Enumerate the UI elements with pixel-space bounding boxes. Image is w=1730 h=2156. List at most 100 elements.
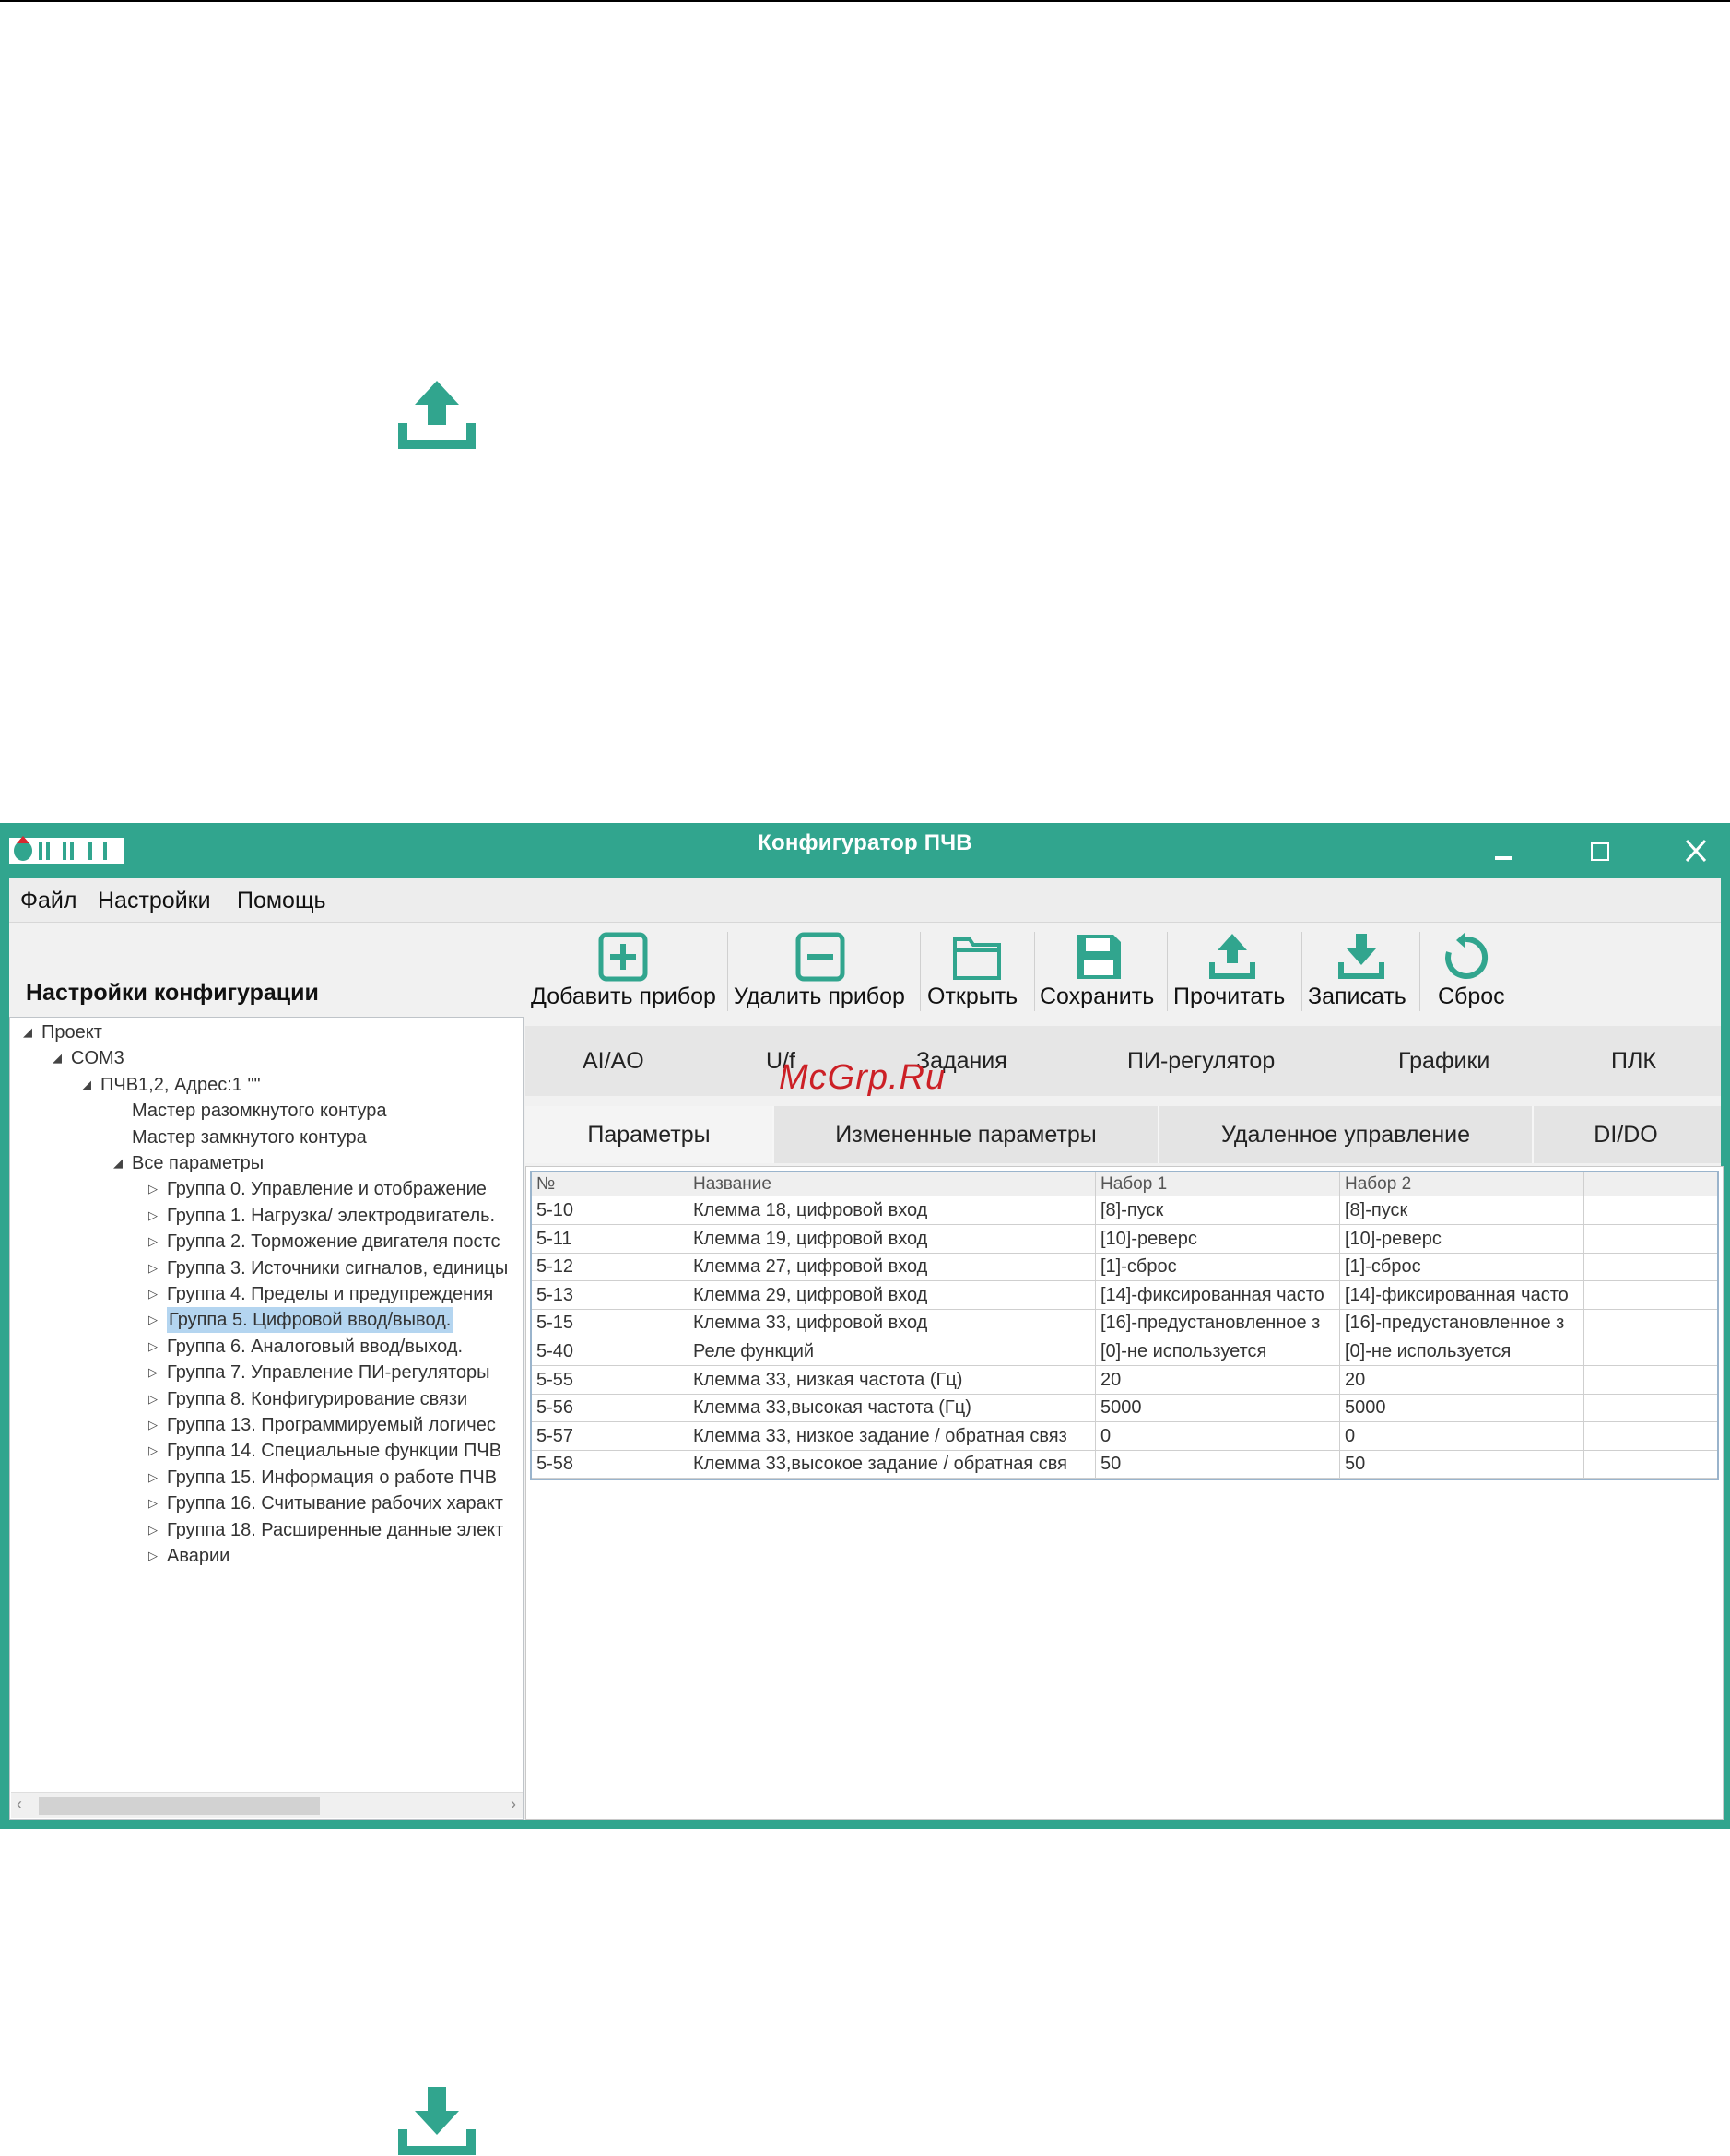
table-cell[interactable]: 5000 [1096,1394,1340,1422]
open-button[interactable]: Открыть [927,923,1029,1024]
table-row[interactable]: 5-56 Клемма 33,высокая частота (Гц) 5000 50… [532,1394,1717,1423]
tree-item[interactable]: ▷ Группа 5. Цифровой ввод/вывод. [10,1307,523,1334]
close-icon[interactable] [1668,832,1724,869]
tree-item[interactable]: ▷ Группа 4. Пределы и предупреждения [10,1281,523,1307]
collapsed-arrow-icon[interactable]: ▷ [148,1412,158,1438]
collapsed-arrow-icon[interactable]: ▷ [148,1386,158,1412]
table-cell[interactable]: 5-56 [532,1394,688,1422]
table-cell[interactable]: [16]-предустановленное з [1340,1309,1584,1337]
read-button[interactable]: Прочитать [1173,923,1297,1024]
table-cell-empty[interactable] [1584,1450,1717,1478]
tab-parameters[interactable]: Параметры [525,1106,772,1163]
tree-item[interactable]: ▷ Группа 8. Конфигурирование связи [10,1386,523,1412]
table-cell[interactable]: [0]-не используется [1340,1337,1584,1365]
expanded-arrow-icon[interactable]: ◢ [53,1045,62,1071]
table-cell[interactable]: [0]-не используется [1096,1337,1340,1365]
table-cell[interactable]: 0 [1096,1421,1340,1450]
table-cell[interactable]: [8]-пуск [1096,1196,1340,1224]
menu-file[interactable]: Файл [20,888,76,914]
tree-item[interactable]: Мастер замкнутого контура [10,1125,523,1150]
table-row[interactable]: 5-12 Клемма 27, цифровой вход [1]-сброс [1]… [532,1253,1717,1282]
table-cell[interactable]: Клемма 27, цифровой вход [688,1253,1096,1281]
collapsed-arrow-icon[interactable]: ▷ [148,1281,158,1307]
tab-charts[interactable]: Графики [1398,1048,1489,1075]
table-cell[interactable]: [14]-фиксированная часто [1096,1280,1340,1309]
tree-item[interactable]: ▷ Аварии [10,1543,523,1569]
menu-help[interactable]: Помощь [237,888,326,914]
table-cell-empty[interactable] [1584,1253,1717,1280]
tree-item[interactable]: ▷ Группа 16. Считывание рабочих характ [10,1490,523,1516]
table-cell[interactable]: 0 [1340,1421,1584,1450]
table-cell[interactable]: Клемма 33, цифровой вход [688,1309,1096,1337]
table-row[interactable]: 5-57 Клемма 33, низкое задание / обратная… [532,1421,1717,1451]
tree-item[interactable]: ▷ Группа 1. Нагрузка/ электродвигатель. [10,1203,523,1229]
maximize-icon[interactable] [1571,832,1627,869]
table-cell-empty[interactable] [1584,1281,1717,1309]
collapsed-arrow-icon[interactable]: ▷ [148,1465,158,1490]
write-button[interactable]: Записать [1308,923,1415,1024]
tree-item[interactable]: ▷ Группа 15. Информация о работе ПЧВ [10,1465,523,1490]
tree-item[interactable]: ▷ Группа 14. Специальные функции ПЧВ [10,1438,523,1464]
collapsed-arrow-icon[interactable]: ▷ [148,1176,158,1202]
collapsed-arrow-icon[interactable]: ▷ [148,1307,158,1333]
tree-item[interactable]: ▷ Группа 0. Управление и отображение [10,1176,523,1202]
table-cell[interactable]: Клемма 33, низкое задание / обратная свя… [688,1421,1096,1450]
collapsed-arrow-icon[interactable]: ▷ [148,1360,158,1385]
title-bar[interactable]: Конфигуратор ПЧВ [0,823,1730,878]
project-tree[interactable]: ◢ Проект ◢ COM3 ◢ ПЧВ1,2, Адрес:1 "" Мастер ра… [9,1017,524,1820]
expanded-arrow-icon[interactable]: ◢ [82,1072,91,1098]
tree-item[interactable]: ▷ Группа 6. Аналоговый ввод/выход. [10,1334,523,1360]
collapsed-arrow-icon[interactable]: ▷ [148,1438,158,1464]
add-device-button[interactable]: Добавить прибор [525,923,722,1024]
tab-remote-control[interactable]: Удаленное управление [1159,1106,1532,1163]
column-header-name[interactable]: Название [688,1172,1096,1196]
tree-item[interactable]: ◢ Все параметры [10,1150,523,1176]
tab-ai-ao[interactable]: AI/AO [583,1048,644,1075]
tree-item[interactable]: ▷ Группа 2. Торможение двигателя постс [10,1229,523,1255]
table-row[interactable]: 5-11 Клемма 19, цифровой вход [10]-реверс[… [532,1224,1717,1254]
table-cell[interactable]: [10]-реверс [1096,1224,1340,1253]
table-row[interactable]: 5-15 Клемма 33, цифровой вход [16]-предуст… [532,1309,1717,1338]
table-row[interactable]: 5-58 Клемма 33,высокое задание / обратная… [532,1450,1717,1479]
collapsed-arrow-icon[interactable]: ▷ [148,1203,158,1229]
collapsed-arrow-icon[interactable]: ▷ [148,1490,158,1516]
collapsed-arrow-icon[interactable]: ▷ [148,1255,158,1281]
collapsed-arrow-icon[interactable]: ▷ [148,1543,158,1569]
collapsed-arrow-icon[interactable]: ▷ [148,1334,158,1360]
table-cell-empty[interactable] [1584,1394,1717,1421]
table-cell-empty[interactable] [1584,1366,1717,1394]
column-header-set2[interactable]: Набор 2 [1340,1172,1584,1196]
table-cell-empty[interactable] [1584,1422,1717,1450]
table-cell[interactable]: Реле функций [688,1337,1096,1365]
table-cell[interactable]: Клемма 19, цифровой вход [688,1224,1096,1253]
table-cell[interactable]: [14]-фиксированная часто [1340,1280,1584,1309]
table-cell[interactable]: [8]-пуск [1340,1196,1584,1224]
table-cell-empty[interactable] [1584,1225,1717,1253]
table-cell[interactable]: 5-15 [532,1309,688,1337]
table-row[interactable]: 5-55 Клемма 33, низкая частота (Гц) 20 20 [532,1365,1717,1395]
table-cell[interactable]: 20 [1096,1365,1340,1394]
tree-item[interactable]: ◢ COM3 [10,1045,523,1071]
table-cell[interactable]: 50 [1340,1450,1584,1479]
tree-item[interactable]: Мастер разомкнутого контура [10,1098,523,1124]
tab-pi-regulator[interactable]: ПИ-регулятор [1127,1048,1275,1075]
table-cell[interactable]: 20 [1340,1365,1584,1394]
table-cell[interactable]: 5-11 [532,1224,688,1253]
menu-settings[interactable]: Настройки [98,888,211,914]
column-header-number[interactable]: № [532,1172,688,1196]
tree-horizontal-scrollbar[interactable]: ‹ › [11,1792,523,1818]
collapsed-arrow-icon[interactable]: ▷ [148,1517,158,1543]
tab-plc[interactable]: ПЛК [1611,1048,1656,1075]
table-cell[interactable]: [10]-реверс [1340,1224,1584,1253]
scroll-left-icon[interactable]: ‹ [17,1795,22,1814]
tree-item[interactable]: ▷ Группа 13. Программируемый логичес [10,1412,523,1438]
tree-item[interactable]: ▷ Группа 3. Источники сигналов, единицы [10,1255,523,1281]
remove-device-button[interactable]: Удалить прибор [734,923,916,1024]
table-cell[interactable]: Клемма 33,высокая частота (Гц) [688,1394,1096,1422]
reset-button[interactable]: Сброс [1427,923,1510,1024]
expanded-arrow-icon[interactable]: ◢ [113,1150,123,1176]
tree-item[interactable]: ◢ ПЧВ1,2, Адрес:1 "" [10,1072,523,1098]
table-cell[interactable]: Клемма 33, низкая частота (Гц) [688,1365,1096,1394]
table-row[interactable]: 5-40 Реле функций [0]-не используется [0]-н… [532,1337,1717,1366]
tree-item[interactable]: ▷ Группа 18. Расширенные данные элект [10,1517,523,1543]
